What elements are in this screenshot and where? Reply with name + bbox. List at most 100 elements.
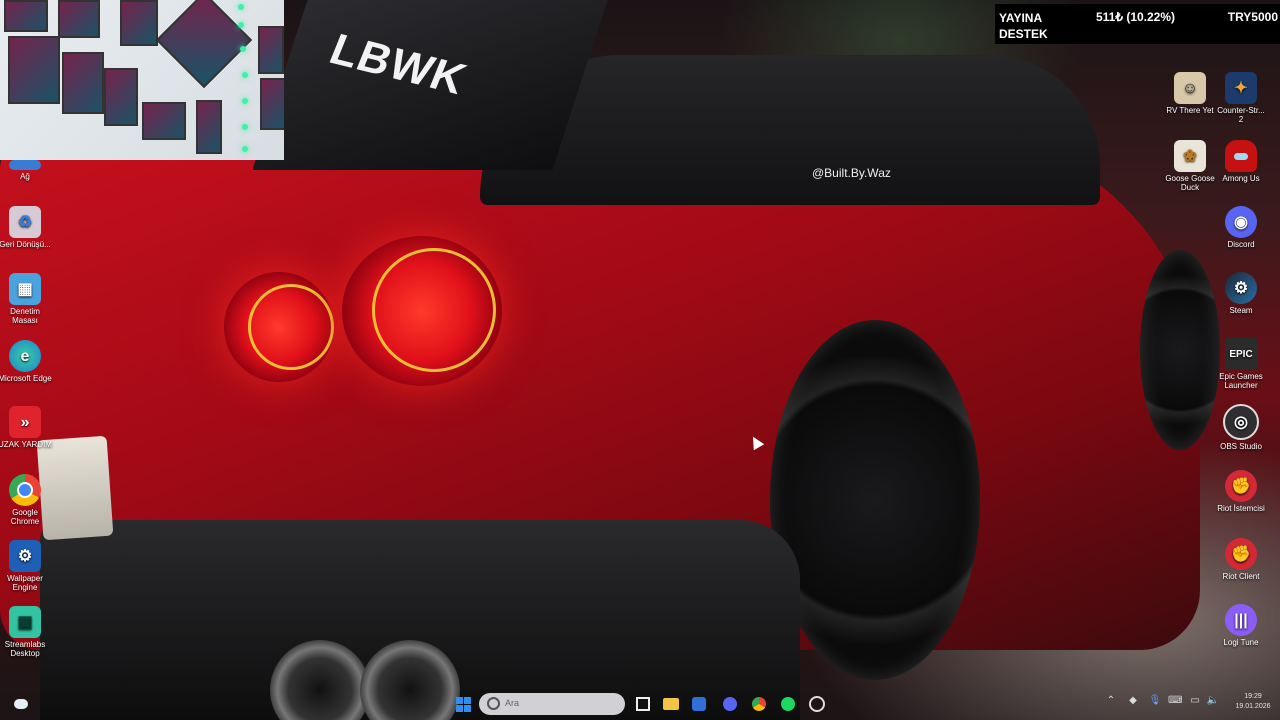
- webcam-overlay: [0, 0, 284, 160]
- donation-label-line2: DESTEK: [999, 27, 1048, 41]
- desktop-icon-label: Discord: [1227, 240, 1255, 249]
- search-icon: [487, 697, 500, 710]
- taskbar-chrome-button[interactable]: [748, 693, 770, 715]
- wall-poster: [104, 68, 138, 126]
- desktop-icon-edge[interactable]: e Microsoft Edge: [0, 340, 52, 383]
- desktop-icon-label: OBS Studio: [1220, 442, 1262, 451]
- among-us-icon: [1225, 140, 1257, 172]
- led-strip-light: [238, 22, 244, 28]
- desktop-icon-wallpaper-engine[interactable]: ⚙ Wallpaper Engine: [0, 540, 52, 592]
- desktop-icon-label: Streamlabs Desktop: [4, 640, 46, 658]
- desktop-icon-label: Ağ: [20, 172, 30, 181]
- desktop-icon-label: Counter-Str... 2: [1217, 106, 1265, 124]
- led-strip-light: [238, 4, 244, 10]
- desktop-icon-among-us[interactable]: Among Us: [1214, 140, 1268, 183]
- window-decal-text: @Built.By.Waz: [812, 166, 891, 180]
- wall-poster: [120, 0, 158, 46]
- desktop-icon-rv-there-yet[interactable]: ☺ RV There Yet: [1163, 72, 1217, 115]
- desktop-icon-label: Denetim Masası: [10, 307, 40, 325]
- desktop-icon-steam[interactable]: ⚙ Steam: [1214, 272, 1268, 315]
- taskbar-search-box[interactable]: Ara: [479, 693, 625, 715]
- desktop-icon-label: Riot İstemcisi: [1217, 504, 1265, 513]
- desktop-icon-recycle-bin[interactable]: ♻ Geri Dönüşü...: [0, 206, 52, 249]
- keyboard-icon[interactable]: ⌨: [1168, 695, 1182, 709]
- desktop-icon-discord[interactable]: ◉ Discord: [1214, 206, 1268, 249]
- desktop-icon-label: Wallpaper Engine: [7, 574, 43, 592]
- store-icon: [692, 697, 706, 711]
- wall-poster: [8, 36, 60, 104]
- donation-goal: TRY5000: [1227, 10, 1278, 24]
- counter-strike-icon: ✦: [1225, 72, 1257, 104]
- desktop-icon-label: RV There Yet: [1166, 106, 1214, 115]
- wall-poster: [58, 0, 100, 38]
- desktop-icon-label: Goose Goose Duck: [1165, 174, 1215, 192]
- logi-tune-icon: |||: [1225, 604, 1257, 636]
- goose-goose-duck-icon: ❀: [1174, 140, 1206, 172]
- desktop-icon-network[interactable]: Ağ: [0, 160, 52, 181]
- store-button[interactable]: [688, 693, 710, 715]
- task-view-button[interactable]: [632, 693, 654, 715]
- start-button[interactable]: [452, 693, 474, 715]
- clock-date: 19.01.2026: [1235, 703, 1271, 710]
- desktop-icon-logi-tune[interactable]: ||| Logi Tune: [1214, 604, 1268, 647]
- taskbar-clock[interactable]: 19:29 19.01.2026: [1228, 692, 1278, 712]
- riot-client-icon: ✊: [1225, 470, 1257, 502]
- widgets-button[interactable]: [10, 693, 32, 715]
- app-icon: [809, 696, 825, 712]
- donation-amount: 511₺ (10.22%): [1096, 10, 1176, 24]
- microphone-icon[interactable]: 🎙: [1148, 695, 1162, 709]
- led-strip-light: [242, 72, 248, 78]
- rear-wheel: [770, 320, 980, 680]
- rv-there-yet-icon: ☺: [1174, 72, 1206, 104]
- tail-light-ring-right: [372, 248, 496, 372]
- spotify-icon: [781, 697, 795, 711]
- steam-icon: ⚙: [1225, 272, 1257, 304]
- edge-icon: e: [9, 340, 41, 372]
- taskbar-steelseries-button[interactable]: [806, 693, 828, 715]
- wall-poster: [4, 0, 48, 32]
- chrome-icon: [9, 474, 41, 506]
- taskbar-spotify-button[interactable]: [777, 693, 799, 715]
- desktop-icon-label: Steam: [1229, 306, 1253, 315]
- chrome-icon: [752, 697, 766, 711]
- desktop-icon-chrome[interactable]: Google Chrome: [0, 474, 52, 526]
- desktop-icon-label: Riot Client: [1222, 572, 1260, 581]
- desktop-icon-streamlabs[interactable]: ▣ Streamlabs Desktop: [0, 606, 52, 658]
- volume-icon[interactable]: 🔈: [1206, 695, 1220, 709]
- desktop-icon-label: Logi Tune: [1223, 638, 1259, 647]
- desktop-icon-label: Google Chrome: [10, 508, 40, 526]
- desktop-icon-control-panel[interactable]: ▦ Denetim Masası: [0, 273, 52, 325]
- led-strip-light: [242, 124, 248, 130]
- wall-poster: [142, 102, 186, 140]
- desktop-icon-remote-help[interactable]: » UZAK YARDIM: [0, 406, 52, 449]
- desktop-icon-label: Epic Games Launcher: [1219, 372, 1263, 390]
- network-icon: [9, 160, 41, 170]
- front-wheel: [1140, 250, 1220, 450]
- tray-app-icon[interactable]: ◆: [1126, 695, 1140, 709]
- desktop-icon-label: Geri Dönüşü...: [0, 240, 51, 249]
- desktop-icon-riot-client[interactable]: ✊ Riot Client: [1214, 538, 1268, 581]
- donation-goal-overlay: YAYINA DESTEK 511₺ (10.22%) TRY5000: [995, 4, 1280, 44]
- tray-overflow-chevron-icon[interactable]: ⌃: [1104, 695, 1118, 709]
- taskbar-discord-button[interactable]: [719, 693, 741, 715]
- wall-poster: [196, 100, 222, 154]
- desktop-icon-riot-istemcisi[interactable]: ✊ Riot İstemcisi: [1214, 470, 1268, 513]
- wall-poster: [260, 78, 284, 130]
- tail-light-ring-left: [248, 284, 334, 370]
- network-status-icon[interactable]: ▭: [1188, 695, 1202, 709]
- donation-label-line1: YAYINA: [999, 11, 1043, 25]
- donation-label: YAYINA DESTEK: [999, 10, 1048, 42]
- desktop-icon-epic-games[interactable]: EPIC Epic Games Launcher: [1214, 338, 1268, 390]
- search-placeholder: Ara: [505, 698, 520, 708]
- desktop-icon-goose-goose-duck[interactable]: ❀ Goose Goose Duck: [1163, 140, 1217, 192]
- file-explorer-button[interactable]: [660, 693, 682, 715]
- led-strip-light: [242, 98, 248, 104]
- desktop-icon-counter-strike[interactable]: ✦ Counter-Str... 2: [1214, 72, 1268, 124]
- task-view-icon: [636, 697, 650, 711]
- wall-poster: [62, 52, 104, 114]
- desktop-icon-obs[interactable]: ◎ OBS Studio: [1214, 404, 1268, 451]
- riot-client-icon: ✊: [1225, 538, 1257, 570]
- desktop-icon-label: Microsoft Edge: [0, 374, 52, 383]
- streamlabs-icon: ▣: [9, 606, 41, 638]
- weather-icon: [14, 699, 28, 709]
